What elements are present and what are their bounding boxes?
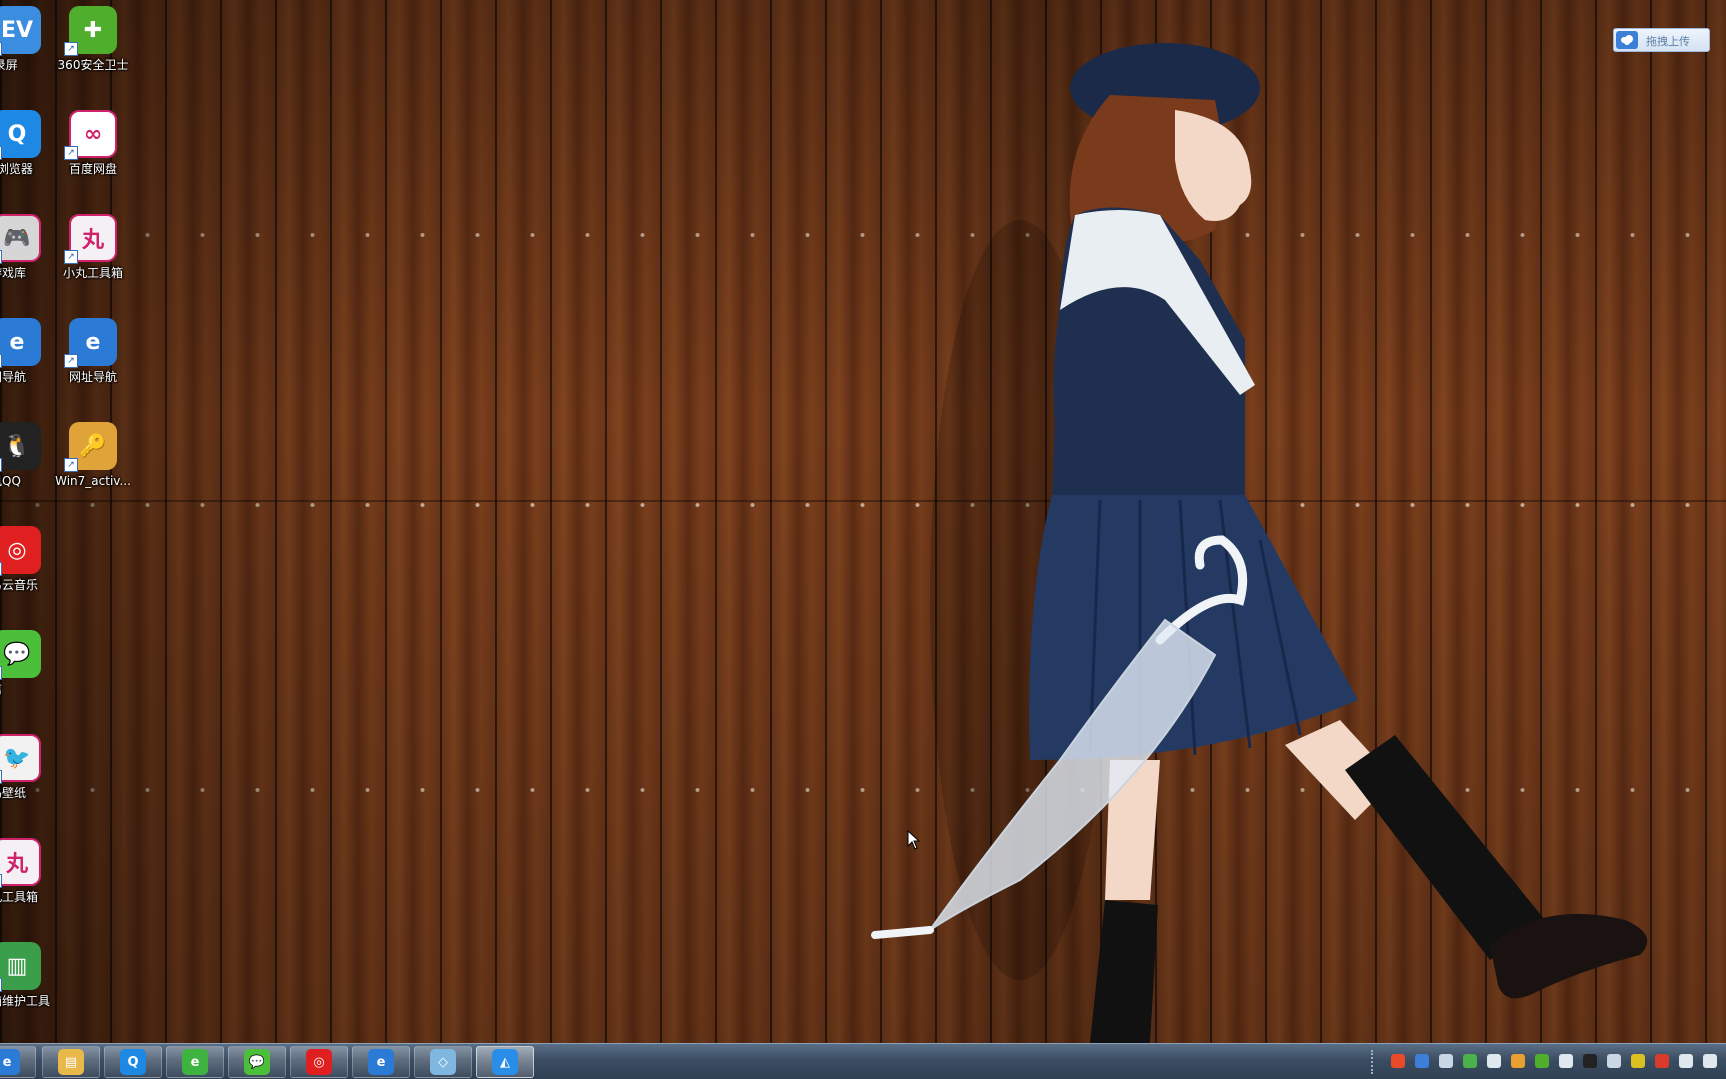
desktop-icon-label: 360安全卫士: [57, 58, 129, 72]
ie-navigation-icon: e: [0, 318, 41, 366]
desktop-icon[interactable]: 🐦↗ 小鸟壁纸: [0, 728, 56, 824]
help-icon[interactable]: [1415, 1054, 1429, 1068]
shortcut-arrow-icon: ↗: [64, 146, 78, 160]
cloud-icon: [1616, 31, 1638, 49]
desktop-icon[interactable]: Q↗QQ浏览器: [0, 104, 56, 200]
network-bars-icon[interactable]: [1679, 1054, 1693, 1068]
desktop-icon-label: 网易云音乐: [0, 578, 39, 592]
file-explorer-taskbar-icon: ▤: [58, 1049, 84, 1075]
taskbar-button[interactable]: e: [166, 1046, 224, 1078]
qq-browser-icon: Q: [0, 110, 41, 158]
mouse-cursor-icon: [907, 830, 921, 850]
ie-taskbar-icon: e: [0, 1049, 20, 1075]
xiaowan-toolbox-icon: 丸: [0, 838, 41, 886]
shortcut-arrow-icon: ↗: [0, 42, 2, 56]
taskbar-button[interactable]: e: [352, 1046, 410, 1078]
desktop-icon[interactable]: EV↗EV录屏: [0, 0, 56, 96]
desktop-icon-label: 小丸工具箱: [62, 266, 123, 280]
shortcut-arrow-icon: ↗: [0, 458, 2, 472]
wechat-taskbar-icon: 💬: [244, 1049, 270, 1075]
desktop-icon-label: 网址导航: [68, 370, 117, 384]
ev-recorder-icon: EV: [0, 6, 41, 54]
desktop-icon[interactable]: e ↗ 网址导航: [54, 312, 132, 408]
taskbar-button[interactable]: ▤: [42, 1046, 100, 1078]
shortcut-arrow-icon: ↗: [64, 250, 78, 264]
wallpaper-figure: [871, 43, 1648, 1043]
netease-music-icon: ◎: [0, 526, 41, 574]
desktop-wallpaper: [0, 0, 1726, 1043]
desktop-icon[interactable]: 🎮↗纸游戏库: [0, 208, 56, 304]
taskbar-button[interactable]: 💬: [228, 1046, 286, 1078]
video-editor-taskbar-icon: ◭: [492, 1049, 518, 1075]
shortcut-arrow-icon: ↗: [64, 42, 78, 56]
notification-icon[interactable]: [1559, 1054, 1573, 1068]
desktop-icon-label: Win7_activ...: [55, 474, 131, 488]
desktop-icon-label: 小鸟壁纸: [0, 786, 27, 800]
desktop-icon[interactable]: ✚ ↗ 360安全卫士: [54, 0, 132, 96]
show-hidden-icons-icon[interactable]: [1487, 1054, 1501, 1068]
desktop-icon[interactable]: 🐧↗腾讯QQ: [0, 416, 56, 512]
game-library-icon: 🎮: [0, 214, 41, 262]
tencent-qq-icon: 🐧: [0, 422, 41, 470]
360-tray-icon[interactable]: [1535, 1054, 1549, 1068]
taskbar-button[interactable]: ◎: [290, 1046, 348, 1078]
computer-repair-tool-icon: ▥: [0, 942, 41, 990]
qq-browser-taskbar-icon: Q: [120, 1049, 146, 1075]
desktop-icon[interactable]: 🔑 ↗ Win7_activ...: [54, 416, 132, 512]
tray-app-icon[interactable]: [1607, 1054, 1621, 1068]
shortcut-arrow-icon: ↗: [64, 354, 78, 368]
desktop-icon-label: 百度网盘: [68, 162, 117, 176]
desktop-icon-label: 微信: [0, 682, 76, 697]
360-browser-taskbar-icon: e: [182, 1049, 208, 1075]
internet-explorer-taskbar-icon: e: [368, 1049, 394, 1075]
desktop-icon[interactable]: ◎↗ 网易云音乐: [0, 520, 56, 616]
taskbar-button[interactable]: Q: [104, 1046, 162, 1078]
shortcut-arrow-icon: ↗: [0, 146, 2, 160]
tray-grip: [1371, 1050, 1377, 1074]
wifi-icon[interactable]: [1463, 1054, 1477, 1068]
drag-upload-widget[interactable]: 拖拽上传: [1613, 28, 1710, 52]
shortcut-arrow-icon: ↗: [0, 666, 2, 680]
shortcut-arrow-icon: ↗: [0, 770, 2, 784]
bird-wallpaper-icon: 🐦: [0, 734, 41, 782]
taskbar: e ▤ Qe 💬 ◎ e ◇ ◭: [0, 1043, 1726, 1079]
settings-small-icon[interactable]: [1439, 1054, 1453, 1068]
wechat-icon: 💬: [0, 630, 41, 678]
desktop-icon-label: 电脑维护工具: [0, 994, 51, 1008]
volume-icon[interactable]: [1703, 1054, 1717, 1068]
shortcut-arrow-icon: ↗: [64, 458, 78, 472]
desktop-icon[interactable]: ∞ ↗ 百度网盘: [54, 104, 132, 200]
shortcut-arrow-icon: ↗: [0, 354, 2, 368]
security-tray-icon[interactable]: [1631, 1054, 1645, 1068]
desktop-icon[interactable]: 丸↗ 小丸工具箱: [0, 832, 56, 928]
shortcut-arrow-icon: ↗: [0, 562, 2, 576]
sogou-input-icon[interactable]: [1391, 1054, 1405, 1068]
shortcut-arrow-icon: ↗: [0, 874, 2, 888]
notes-taskbar-icon: ◇: [430, 1049, 456, 1075]
action-center-icon[interactable]: [1655, 1054, 1669, 1068]
desktop-icon[interactable]: 💬↗微信: [0, 624, 56, 720]
drag-upload-label: 拖拽上传: [1646, 35, 1690, 48]
color-app-icon[interactable]: [1511, 1054, 1525, 1068]
shortcut-arrow-icon: ↗: [0, 250, 2, 264]
desktop-icon[interactable]: e↗上网导航: [0, 312, 56, 408]
desktop-icon[interactable]: 丸↗小丸工具箱: [54, 208, 132, 304]
desktop-icon-label: 小丸工具箱: [0, 890, 39, 904]
system-tray: [1371, 1044, 1726, 1078]
desktop-icon[interactable]: ▥↗ 电脑维护工具: [0, 936, 56, 1032]
taskbar-button[interactable]: ◭: [476, 1046, 534, 1078]
taskbar-button[interactable]: e: [0, 1046, 36, 1078]
qq-tray-icon[interactable]: [1583, 1054, 1597, 1068]
netease-music-taskbar-icon: ◎: [306, 1049, 332, 1075]
taskbar-button[interactable]: ◇: [414, 1046, 472, 1078]
shortcut-arrow-icon: ↗: [0, 978, 2, 992]
